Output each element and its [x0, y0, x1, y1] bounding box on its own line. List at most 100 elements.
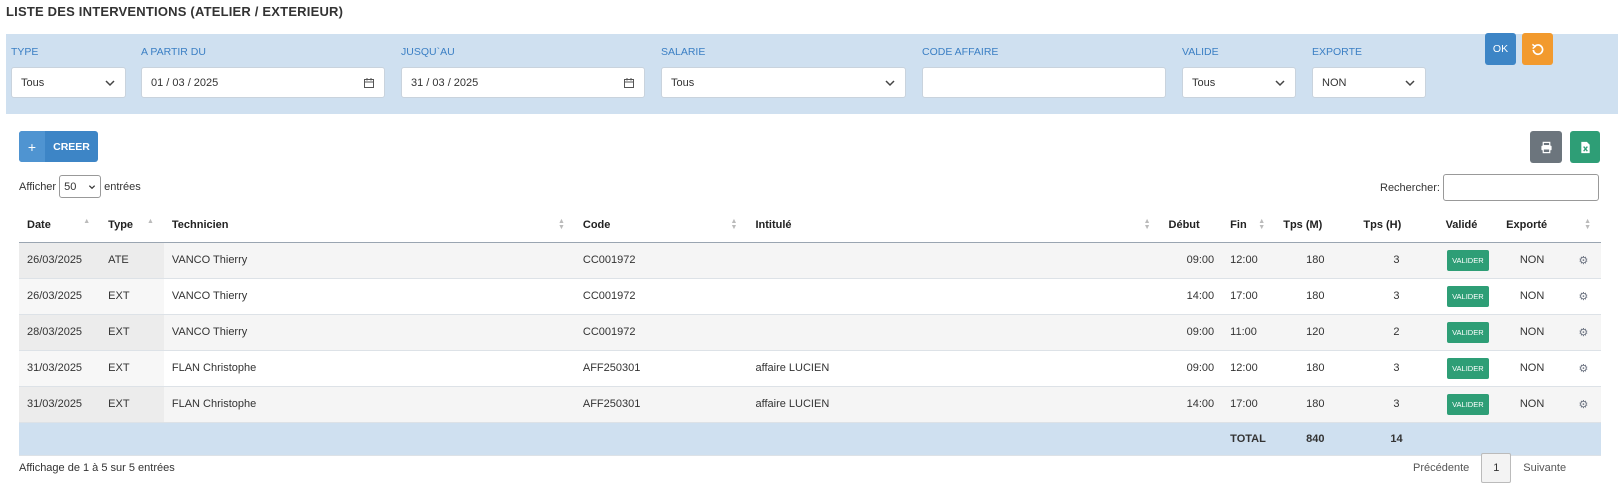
- valider-button[interactable]: VALIDER: [1447, 393, 1489, 415]
- filter-code-affaire-input[interactable]: [922, 67, 1166, 98]
- cell-tps-h: 3: [1355, 386, 1438, 423]
- print-button[interactable]: [1530, 131, 1562, 163]
- valider-button[interactable]: VALIDER: [1447, 285, 1489, 307]
- cell-fin: 17:00: [1222, 386, 1276, 423]
- col-header-debut[interactable]: Début: [1160, 209, 1223, 243]
- cell-tps-m: 180: [1275, 386, 1356, 423]
- cell-date: 31/03/2025: [19, 386, 101, 423]
- filter-date-to-input[interactable]: 31 / 03 / 2025: [401, 67, 645, 98]
- filter-date-from-label: A PARTIR DU: [141, 46, 206, 58]
- cell-valide: VALIDER: [1437, 350, 1499, 387]
- table-row: 26/03/2025 EXT VANCO Thierry CC001972 14:00 1…: [19, 278, 1601, 315]
- col-header-valide[interactable]: Validé: [1437, 209, 1499, 243]
- reset-button[interactable]: [1522, 33, 1553, 65]
- cell-type: EXT: [100, 386, 164, 423]
- cell-fin: 11:00: [1222, 314, 1276, 351]
- cell-actions: ⚙: [1565, 350, 1601, 387]
- cell-intitule: [747, 242, 1161, 279]
- col-header-exporte[interactable]: Exporté: [1498, 209, 1566, 243]
- interventions-table: Date ▲ Type ▲ Technicien ▲ ▼ Code ▲ ▼ Intitulé…: [19, 209, 1601, 456]
- cell-code: AFF250301: [574, 350, 748, 387]
- length-select[interactable]: 50: [59, 175, 102, 198]
- cell-actions: ⚙: [1565, 314, 1601, 351]
- cell-exporte: NON: [1498, 350, 1566, 387]
- gear-icon[interactable]: ⚙: [1579, 363, 1589, 375]
- cell-exporte: NON: [1498, 386, 1566, 423]
- gear-icon[interactable]: ⚙: [1579, 255, 1589, 267]
- next-page-button[interactable]: Suivante: [1523, 462, 1566, 474]
- chevron-down-icon: [885, 79, 895, 86]
- cell-intitule: [747, 314, 1161, 351]
- cell-debut: 09:00: [1160, 242, 1223, 279]
- col-header-technicien[interactable]: Technicien ▲ ▼: [163, 209, 575, 243]
- search-box: Rechercher:: [1380, 174, 1599, 201]
- page-button-1[interactable]: 1: [1481, 453, 1512, 483]
- cell-type: ATE: [100, 242, 164, 279]
- create-button[interactable]: + CREER: [19, 131, 98, 162]
- cell-type: EXT: [100, 278, 164, 315]
- length-prefix: Afficher: [19, 180, 57, 193]
- cell-intitule: affaire LUCIEN: [747, 386, 1161, 423]
- cell-technicien: VANCO Thierry: [163, 314, 575, 351]
- col-header-tps-m[interactable]: Tps (M): [1275, 209, 1356, 243]
- col-header-fin[interactable]: Fin ▲ ▼: [1222, 209, 1276, 243]
- cell-intitule: affaire LUCIEN: [747, 350, 1161, 387]
- filter-exporte-select[interactable]: NON: [1312, 67, 1426, 98]
- cell-code: AFF250301: [574, 386, 748, 423]
- search-label: Rechercher:: [1380, 181, 1440, 194]
- cell-tps-m: 180: [1275, 350, 1356, 387]
- col-header-intitule[interactable]: Intitulé ▲ ▼: [747, 209, 1161, 243]
- valider-button[interactable]: VALIDER: [1447, 357, 1489, 379]
- search-input[interactable]: [1442, 174, 1599, 201]
- reset-icon: [1531, 43, 1544, 55]
- cell-actions: ⚙: [1565, 386, 1601, 423]
- table-row: 26/03/2025 ATE VANCO Thierry CC001972 09:00 1…: [19, 242, 1601, 279]
- cell-exporte: NON: [1498, 314, 1566, 351]
- cell-date: 26/03/2025: [19, 242, 101, 279]
- cell-technicien: VANCO Thierry: [163, 278, 575, 315]
- valider-button[interactable]: VALIDER: [1447, 249, 1489, 271]
- gear-icon[interactable]: ⚙: [1579, 399, 1589, 411]
- gear-icon[interactable]: ⚙: [1579, 291, 1589, 303]
- length-suffix: entrées: [104, 180, 141, 193]
- gear-icon[interactable]: ⚙: [1579, 327, 1589, 339]
- print-icon: [1540, 141, 1552, 153]
- calendar-icon[interactable]: [363, 77, 375, 89]
- cell-actions: ⚙: [1565, 242, 1601, 279]
- cell-tps-h: 3: [1355, 350, 1438, 387]
- chevron-down-icon: [1275, 79, 1285, 86]
- filter-type-label: TYPE: [11, 46, 39, 58]
- chevron-down-icon: [105, 79, 115, 86]
- filter-valide-select[interactable]: Tous: [1182, 67, 1296, 98]
- filter-date-from-input[interactable]: 01 / 03 / 2025: [141, 67, 385, 98]
- cell-exporte: NON: [1498, 278, 1566, 315]
- length-value: 50: [64, 180, 77, 193]
- filter-salarie-label: SALARIE: [661, 46, 706, 58]
- valider-button[interactable]: VALIDER: [1447, 321, 1489, 343]
- filter-date-to-label: JUSQU`AU: [401, 46, 455, 58]
- table-row: 31/03/2025 EXT FLAN Christophe AFF250301 aff…: [19, 386, 1601, 423]
- filter-salarie-select[interactable]: Tous: [661, 67, 906, 98]
- calendar-icon[interactable]: [623, 77, 635, 89]
- create-label: CREER: [53, 140, 90, 153]
- cell-valide: VALIDER: [1437, 386, 1499, 423]
- col-header-date[interactable]: Date ▲: [19, 209, 101, 243]
- ok-button[interactable]: OK: [1485, 33, 1516, 65]
- cell-tps-h: 2: [1355, 314, 1438, 351]
- cell-fin: 12:00: [1222, 242, 1276, 279]
- cell-tps-m: 180: [1275, 242, 1356, 279]
- filter-type-select[interactable]: Tous: [11, 67, 126, 98]
- cell-technicien: FLAN Christophe: [163, 350, 575, 387]
- page-title: LISTE DES INTERVENTIONS (ATELIER / EXTER…: [6, 4, 344, 19]
- excel-export-button[interactable]: [1570, 131, 1600, 163]
- col-header-code[interactable]: Code ▲ ▼: [574, 209, 748, 243]
- filter-valide-value: Tous: [1192, 76, 1216, 89]
- cell-date: 31/03/2025: [19, 350, 101, 387]
- table-header-row: Date ▲ Type ▲ Technicien ▲ ▼ Code ▲ ▼ Intitulé…: [19, 209, 1601, 243]
- col-header-type[interactable]: Type ▲: [100, 209, 164, 243]
- col-header-tps-h[interactable]: Tps (H): [1355, 209, 1438, 243]
- cell-valide: VALIDER: [1437, 278, 1499, 315]
- table-footer-row: TOTAL 840 14: [19, 421, 1601, 456]
- cell-tps-h: 3: [1355, 278, 1438, 315]
- prev-page-button[interactable]: Précédente: [1413, 462, 1469, 474]
